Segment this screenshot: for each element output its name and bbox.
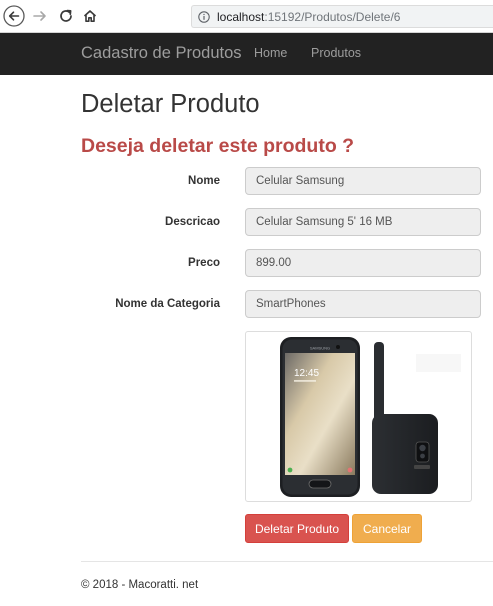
phone-brand-text: SAMSUNG xyxy=(310,346,330,351)
label-preco: Preco xyxy=(188,257,220,269)
delete-confirm-message: Deseja deletar este produto ? xyxy=(81,135,355,157)
forward-arrow-icon xyxy=(33,11,46,21)
label-nome: Nome xyxy=(188,175,220,187)
reload-button[interactable] xyxy=(54,4,78,28)
nav-link-home[interactable]: Home xyxy=(254,46,287,60)
field-nome-categoria: SmartPhones xyxy=(245,290,481,318)
product-image: SAMSUNG 12:45 xyxy=(245,331,472,502)
field-preco: 899.00 xyxy=(245,249,481,277)
label-nome-categoria: Nome da Categoria xyxy=(115,298,220,310)
navbar-brand[interactable]: Cadastro de Produtos xyxy=(81,44,242,63)
home-button[interactable] xyxy=(78,4,102,28)
field-nome: Celular Samsung xyxy=(245,167,481,195)
url-path: :15192/Produtos/Delete/6 xyxy=(264,9,401,24)
address-bar[interactable]: localhost:15192/Produtos/Delete/6 xyxy=(191,5,493,28)
back-arrow-icon xyxy=(3,5,25,27)
nav-link-produtos[interactable]: Produtos xyxy=(311,46,361,60)
footer-text: © 2018 - Macoratti. net xyxy=(81,579,199,591)
forward-button[interactable] xyxy=(28,4,52,28)
cancel-button[interactable]: Cancelar xyxy=(352,514,422,543)
reload-icon xyxy=(60,9,72,22)
home-icon xyxy=(83,10,97,22)
browser-toolbar: localhost:15192/Produtos/Delete/6 xyxy=(0,0,493,33)
smartphone-image: SAMSUNG 12:45 xyxy=(280,337,461,497)
app-navbar: Cadastro de Produtos Home Produtos xyxy=(0,33,493,75)
url-host: localhost xyxy=(217,9,265,24)
delete-button[interactable]: Deletar Produto xyxy=(245,514,349,543)
footer-divider xyxy=(81,561,493,562)
page-title: Deletar Produto xyxy=(81,90,260,118)
label-descricao: Descricao xyxy=(165,216,220,228)
field-descricao: Celular Samsung 5' 16 MB xyxy=(245,208,481,236)
phone-clock-text: 12:45 xyxy=(294,368,319,379)
info-icon[interactable] xyxy=(198,10,210,23)
back-button[interactable] xyxy=(2,4,26,28)
